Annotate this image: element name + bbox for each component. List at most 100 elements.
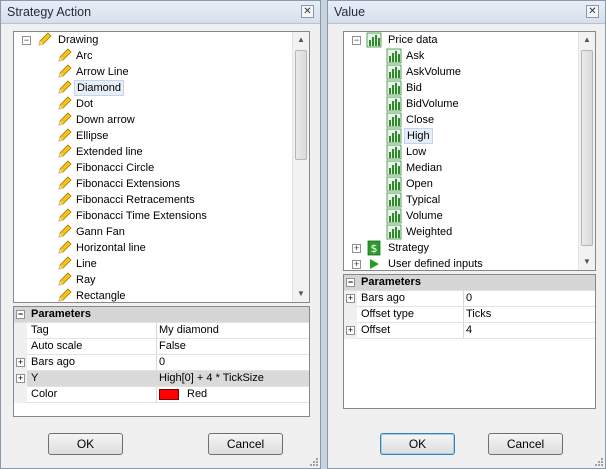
drawing-tree[interactable]: − Drawing Arc Arrow Line Diamond Dot Down ar… [13,31,310,303]
scroll-up-icon[interactable]: ▲ [579,32,595,48]
tree-node-strategy[interactable]: + $ Strategy [344,240,578,256]
tree-node-label: Strategy [388,242,429,254]
parameters-grid[interactable]: − Parameters + Bars ago 0 Offset type Ticks +… [343,274,596,409]
value-dialog: Value ✕ − Price data Ask AskVolume Bid BidV… [327,0,606,469]
tree-node-user-inputs[interactable]: + User defined inputs [344,256,578,270]
tree-item[interactable]: Fibonacci Retracements [14,192,292,208]
grid-value[interactable]: False [156,339,309,354]
tree-root-drawing[interactable]: − Drawing [14,32,292,48]
tree-item[interactable]: Low [344,144,578,160]
tree-item[interactable]: Volume [344,208,578,224]
tree-item[interactable]: Typical [344,192,578,208]
pencil-icon [58,144,72,158]
chart-icon [386,192,402,208]
tree-item[interactable]: Diamond [14,80,292,96]
grid-value[interactable]: High[0] + 4 * TickSize [156,371,309,386]
tree-item[interactable]: Close [344,112,578,128]
tree-item[interactable]: Open [344,176,578,192]
parameters-grid[interactable]: − Parameters Tag My diamond Auto scale Fals… [13,306,310,417]
tree-item[interactable]: Line [14,256,292,272]
tree-item-label: Ellipse [76,130,109,142]
tree-item[interactable]: Median [344,160,578,176]
grid-row[interactable]: + Offset 4 [344,323,595,339]
grid-row[interactable]: Tag My diamond [14,323,309,339]
tree-item[interactable]: BidVolume [344,96,578,112]
grid-key: Offset type [361,308,414,320]
collapse-icon[interactable]: − [346,278,355,287]
grid-row[interactable]: + Y High[0] + 4 * TickSize [14,371,309,387]
tree-scrollbar[interactable]: ▲ ▼ [292,32,309,302]
grid-value[interactable]: 4 [463,323,595,338]
tree-item[interactable]: AskVolume [344,64,578,80]
grid-row[interactable]: Offset type Ticks [344,307,595,323]
chart-icon [386,224,402,240]
grid-row[interactable]: Color Red [14,387,309,403]
tree-item[interactable]: Gann Fan [14,224,292,240]
ok-button[interactable]: OK [380,433,455,455]
resize-grip-icon[interactable] [308,456,318,466]
collapse-icon[interactable]: − [352,36,361,45]
grid-value[interactable]: 0 [156,355,309,370]
scroll-down-icon[interactable]: ▼ [293,286,309,302]
tree-item[interactable]: High [344,128,578,144]
tree-item-label: Low [406,146,427,158]
scroll-down-icon[interactable]: ▼ [579,254,595,270]
cancel-button[interactable]: Cancel [208,433,283,455]
tree-item[interactable]: Arrow Line [14,64,292,80]
expand-icon[interactable]: + [16,374,25,383]
expand-icon[interactable]: + [346,326,355,335]
grid-category[interactable]: − Parameters [344,275,595,291]
chart-icon [366,32,382,48]
tree-item[interactable]: Dot [14,96,292,112]
resize-grip-icon[interactable] [593,456,603,466]
expand-icon[interactable]: + [16,358,25,367]
close-icon[interactable]: ✕ [301,5,314,18]
tree-item[interactable]: Weighted [344,224,578,240]
grid-row[interactable]: + Bars ago 0 [344,291,595,307]
collapse-icon[interactable]: − [16,310,25,319]
grid-category[interactable]: − Parameters [14,307,309,323]
tree-item[interactable]: Fibonacci Time Extensions [14,208,292,224]
tree-item[interactable]: Ask [344,48,578,64]
pencil-icon [58,64,72,78]
close-icon[interactable]: ✕ [586,5,599,18]
tree-item[interactable]: Ray [14,272,292,288]
tree-root-label: Price data [388,34,438,46]
tree-item[interactable]: Extended line [14,144,292,160]
expand-icon[interactable]: + [352,244,361,253]
grid-value[interactable]: My diamond [156,323,309,338]
ok-button[interactable]: OK [48,433,123,455]
tree-item[interactable]: Fibonacci Circle [14,160,292,176]
tree-item[interactable]: Ellipse [14,128,292,144]
tree-item-label: Volume [406,210,443,222]
tree-root-price-data[interactable]: − Price data [344,32,578,48]
expand-icon[interactable]: + [346,294,355,303]
grid-value-text: Red [187,388,208,400]
tree-item[interactable]: Rectangle [14,288,292,302]
tree-item[interactable]: Arc [14,48,292,64]
tree-item-label: Down arrow [76,114,135,126]
grid-value[interactable]: 0 [463,291,595,306]
tree-item[interactable]: Down arrow [14,112,292,128]
tree-node-label: User defined inputs [388,258,483,270]
scroll-thumb[interactable] [581,50,593,246]
grid-value[interactable]: Ticks [463,307,595,322]
tree-scrollbar[interactable]: ▲ ▼ [578,32,595,270]
pencil-icon [38,32,52,46]
grid-key: Bars ago [31,356,76,368]
scroll-up-icon[interactable]: ▲ [293,32,309,48]
pencil-icon [58,176,72,190]
tree-item[interactable]: Horizontal line [14,240,292,256]
cancel-button[interactable]: Cancel [488,433,563,455]
scroll-thumb[interactable] [295,50,307,160]
grid-row[interactable]: Auto scale False [14,339,309,355]
grid-value[interactable]: Red [156,387,309,402]
title-bar: Value ✕ [328,1,605,24]
dialog-title: Strategy Action [7,5,92,19]
tree-item[interactable]: Bid [344,80,578,96]
value-tree[interactable]: − Price data Ask AskVolume Bid BidVolume Clo… [343,31,596,271]
tree-item[interactable]: Fibonacci Extensions [14,176,292,192]
grid-row[interactable]: + Bars ago 0 [14,355,309,371]
collapse-icon[interactable]: − [22,36,31,45]
expand-icon[interactable]: + [352,260,361,269]
